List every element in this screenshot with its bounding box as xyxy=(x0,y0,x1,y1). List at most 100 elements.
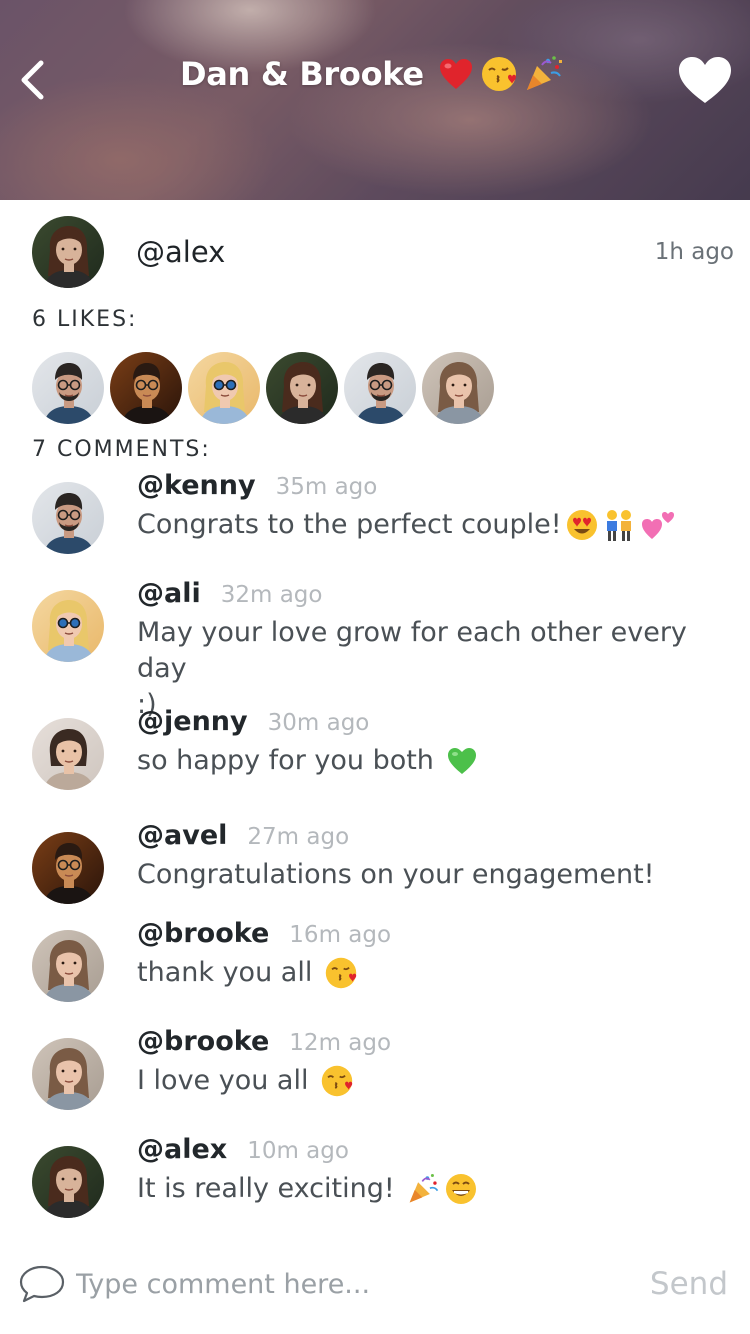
comment-timestamp: 10m ago xyxy=(247,1138,349,1164)
post-author-row: @alex 1h ago xyxy=(32,216,734,288)
comment-item: @brooke 12m ago I love you all xyxy=(32,1026,722,1110)
comment-line: Congrats to the perfect couple! xyxy=(137,507,722,543)
comment-line-text: Congrats to the perfect couple! xyxy=(137,509,562,540)
page-title-text: Dan & Brooke xyxy=(180,55,424,93)
comment-username[interactable]: @avel xyxy=(137,820,227,851)
comment-username[interactable]: @brooke xyxy=(137,918,269,949)
page-title: Dan & Brooke xyxy=(180,50,564,98)
comment-line-text: May your love grow for each other every … xyxy=(137,617,687,684)
comment-body: @ali 32m ago May your love grow for each… xyxy=(137,578,722,723)
post-detail-screen: Dan & Brooke @alex 1h ago 6 LIKES: 7 COM… xyxy=(0,0,750,1334)
comment-username[interactable]: @ali xyxy=(137,578,201,609)
avatar[interactable] xyxy=(32,216,104,288)
comment-text: I love you all xyxy=(137,1063,722,1099)
comment-body: @brooke 12m ago I love you all xyxy=(137,1026,722,1110)
avatar-image xyxy=(32,590,104,662)
send-button[interactable]: Send xyxy=(650,1266,728,1302)
comment-text: Congratulations on your engagement! xyxy=(137,857,722,893)
comment-input[interactable] xyxy=(76,1268,650,1300)
commenter-avatar[interactable] xyxy=(32,590,104,662)
comment-text: so happy for you both xyxy=(137,743,722,779)
avatar-image xyxy=(422,352,494,424)
comment-item: @ali 32m ago May your love grow for each… xyxy=(32,578,722,723)
comment-header: @ali 32m ago xyxy=(137,578,722,614)
back-button[interactable] xyxy=(14,58,50,102)
party-popper-emoji xyxy=(526,56,562,90)
comment-header: @jenny 30m ago xyxy=(137,706,722,742)
likes-avatar-list xyxy=(32,352,494,424)
comment-username[interactable]: @brooke xyxy=(137,1026,269,1057)
comment-item: @jenny 30m ago so happy for you both xyxy=(32,706,722,790)
avatar-image xyxy=(32,832,104,904)
party-popper-emoji xyxy=(409,1174,438,1203)
liker-avatar[interactable] xyxy=(188,352,260,424)
comment-text: Congrats to the perfect couple! xyxy=(137,507,722,543)
comment-text: It is really exciting! xyxy=(137,1171,722,1207)
speech-bubble-icon xyxy=(19,1265,65,1303)
chevron-left-icon xyxy=(21,60,44,100)
two-hearts-emoji xyxy=(641,512,674,539)
comment-composer: Send xyxy=(0,1244,750,1324)
face-blowing-kiss-emoji xyxy=(326,957,357,989)
avatar-image xyxy=(32,718,104,790)
comment-body: @avel 27m ago Congratulations on your en… xyxy=(137,820,722,904)
comment-header: @brooke 12m ago xyxy=(137,1026,722,1062)
avatar-image xyxy=(32,1146,104,1218)
comment-line-text: I love you all xyxy=(137,1065,309,1096)
avatar-image xyxy=(32,352,104,424)
comment-header: @alex 10m ago xyxy=(137,1134,722,1170)
commenter-avatar[interactable] xyxy=(32,1146,104,1218)
comment-line: thank you all xyxy=(137,955,722,991)
commenter-avatar[interactable] xyxy=(32,482,104,554)
liker-avatar[interactable] xyxy=(422,352,494,424)
heart-eyes-emoji xyxy=(566,510,597,540)
avatar-image xyxy=(344,352,416,424)
avatar-image xyxy=(110,352,182,424)
heart-icon xyxy=(679,57,731,103)
comment-line: so happy for you both xyxy=(137,743,722,779)
comment-line: I love you all xyxy=(137,1063,722,1099)
comment-username[interactable]: @alex xyxy=(137,1134,227,1165)
avatar-image xyxy=(266,352,338,424)
comment-item: @avel 27m ago Congratulations on your en… xyxy=(32,820,722,904)
header-photo-overlay xyxy=(0,0,750,200)
liker-avatar[interactable] xyxy=(110,352,182,424)
commenter-avatar[interactable] xyxy=(32,718,104,790)
avatar-image xyxy=(32,482,104,554)
grinning-face-emoji xyxy=(445,1174,476,1204)
comment-body: @jenny 30m ago so happy for you both xyxy=(137,706,722,790)
comments-count-label: 7 COMMENTS: xyxy=(32,437,211,462)
title-emojis xyxy=(438,55,564,93)
commenter-avatar[interactable] xyxy=(32,1038,104,1110)
comment-username[interactable]: @jenny xyxy=(137,706,248,737)
comment-line: It is really exciting! xyxy=(137,1171,722,1207)
comment-timestamp: 35m ago xyxy=(275,474,378,500)
comment-timestamp: 12m ago xyxy=(289,1030,392,1056)
comment-text: thank you all xyxy=(137,955,722,991)
comment-body: @kenny 35m ago Congrats to the perfect c… xyxy=(137,470,722,554)
red-heart-emoji xyxy=(439,59,472,89)
like-post-button[interactable] xyxy=(676,54,734,106)
liker-avatar[interactable] xyxy=(32,352,104,424)
comment-header: @brooke 16m ago xyxy=(137,918,722,954)
face-blowing-kiss-emoji xyxy=(481,57,516,91)
comment-item: @brooke 16m ago thank you all xyxy=(32,918,722,1002)
avatar-image xyxy=(32,1038,104,1110)
comment-timestamp: 27m ago xyxy=(247,824,350,850)
post-username[interactable]: @alex xyxy=(136,235,655,269)
liker-avatar[interactable] xyxy=(266,352,338,424)
commenter-avatar[interactable] xyxy=(32,930,104,1002)
comment-header: @kenny 35m ago xyxy=(137,470,722,506)
comment-username[interactable]: @kenny xyxy=(137,470,256,501)
comment-item: @alex 10m ago It is really exciting! xyxy=(32,1134,722,1218)
commenter-avatar[interactable] xyxy=(32,832,104,904)
comment-timestamp: 30m ago xyxy=(267,710,370,736)
avatar-image xyxy=(32,930,104,1002)
likes-count-label: 6 LIKES: xyxy=(32,307,138,332)
post-timestamp: 1h ago xyxy=(654,239,734,265)
couple-emoji xyxy=(606,510,631,541)
avatar-image xyxy=(32,216,104,288)
comment-item: @kenny 35m ago Congrats to the perfect c… xyxy=(32,470,722,554)
avatar-image xyxy=(188,352,260,424)
liker-avatar[interactable] xyxy=(344,352,416,424)
